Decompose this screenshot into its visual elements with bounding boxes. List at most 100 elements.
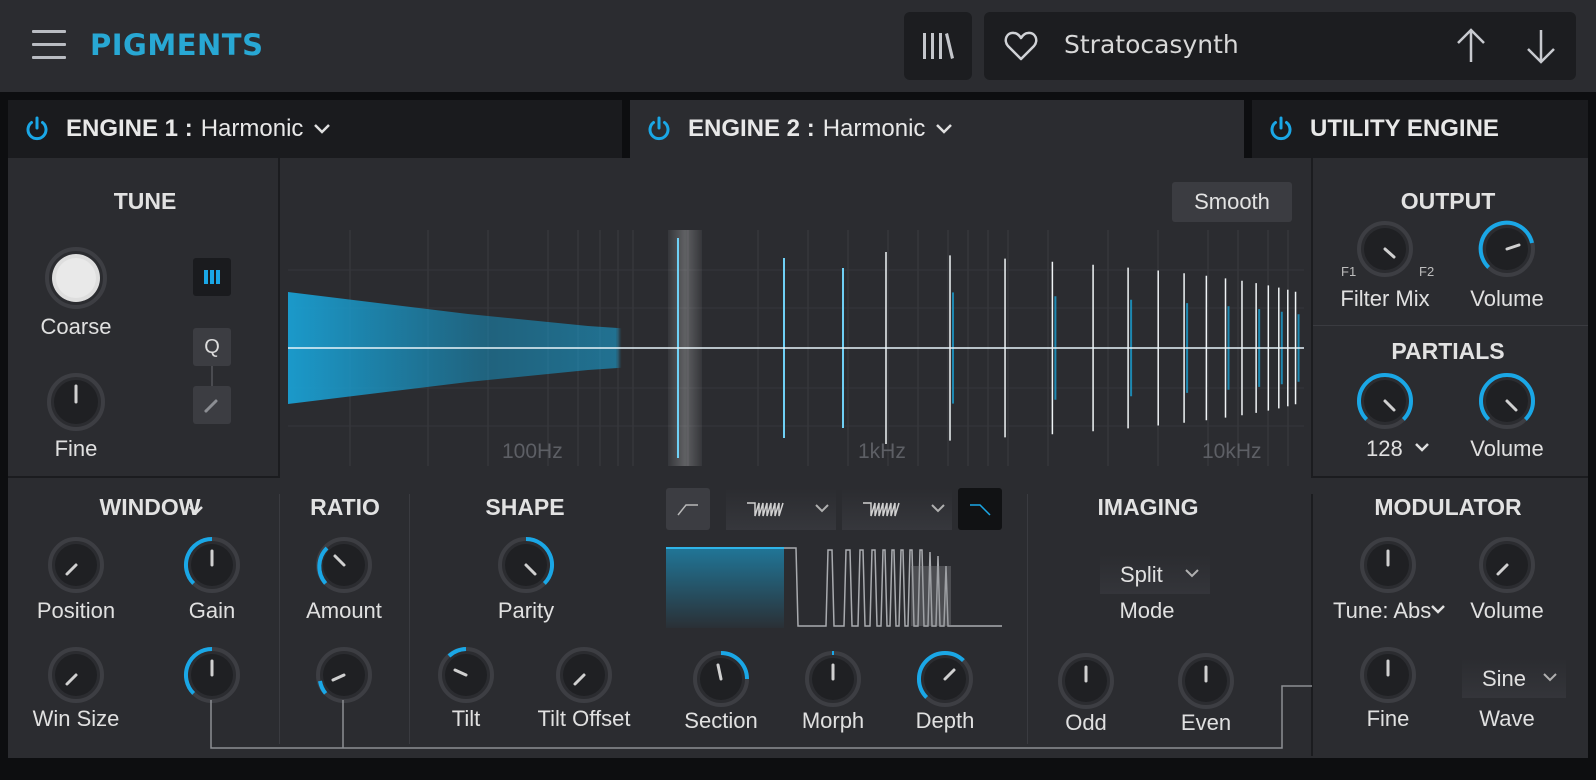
menu-icon[interactable] (32, 30, 66, 60)
output-volume-label: Volume (1470, 286, 1544, 311)
curve-icon (677, 504, 698, 516)
power-icon[interactable] (1268, 116, 1294, 142)
quantize-button[interactable]: Q (193, 328, 231, 366)
preset-browser: Stratocasynth (984, 12, 1576, 80)
partials-volume-knob[interactable] (1478, 372, 1536, 430)
power-icon[interactable] (646, 116, 672, 142)
preset-name[interactable]: Stratocasynth (1064, 30, 1239, 59)
engine-1-type[interactable]: Harmonic (201, 115, 304, 143)
modulator-wave-value: Sine (1482, 666, 1527, 691)
modulator-title: MODULATOR (1374, 494, 1522, 520)
morph-noise (911, 566, 951, 626)
pencil-icon (204, 399, 218, 413)
modulator-fine-knob[interactable] (1359, 646, 1417, 704)
bottom-strip (0, 758, 1596, 780)
arrow-up-icon[interactable] (1454, 26, 1488, 66)
library-icon (923, 33, 954, 59)
divider (278, 158, 280, 478)
modulator-fine-label: Fine (1366, 706, 1410, 731)
arrow-down-icon[interactable] (1524, 26, 1558, 66)
divider (1313, 325, 1588, 326)
edit-button[interactable] (193, 386, 231, 424)
heart-icon[interactable] (1004, 30, 1038, 62)
parity-knob[interactable] (497, 536, 555, 594)
app-logo: PIGMENTS (90, 28, 264, 62)
imaging-mode-value: Split (1120, 562, 1163, 587)
win-size-knob[interactable] (47, 646, 105, 704)
filter-mix-label: Filter Mix (1340, 286, 1430, 311)
shape-title: SHAPE (485, 494, 565, 520)
partials-volume-label: Volume (1470, 436, 1544, 461)
utility-engine-label: UTILITY ENGINE (1310, 115, 1499, 142)
partials-count-knob[interactable] (1356, 372, 1414, 430)
chevron-down-icon[interactable] (1184, 568, 1200, 580)
tab-engine-1[interactable]: ENGINE 1 : Harmonic (8, 100, 622, 158)
engine-2-type[interactable]: Harmonic (823, 115, 926, 143)
tab-engine-2[interactable]: ENGINE 2 : Harmonic (630, 100, 1244, 158)
top-bar: PIGMENTS Stratocasynth (0, 0, 1596, 92)
divider (1311, 158, 1313, 478)
modulator-tune-knob[interactable] (1359, 536, 1417, 594)
freq-label-1khz: 1kHz (858, 440, 906, 463)
tab-utility-engine[interactable]: UTILITY ENGINE (1252, 100, 1588, 158)
chevron-down-icon[interactable] (814, 503, 830, 515)
connector (211, 366, 213, 386)
engine-1-label: ENGINE 1 : (66, 115, 193, 142)
morph-waveform (784, 547, 1002, 627)
modulator-tune-mode[interactable]: Tune: Abs (1333, 598, 1431, 624)
divider (1311, 476, 1588, 478)
morph-section-fill (666, 548, 784, 628)
chevron-down-icon[interactable] (935, 123, 953, 135)
gain-knob[interactable] (183, 536, 241, 594)
library-button[interactable] (904, 12, 972, 80)
parity-label: Parity (497, 598, 555, 623)
win-size-label: Win Size (32, 706, 120, 731)
filter-f2-label: F2 (1419, 264, 1435, 279)
waveform-b-select[interactable] (842, 488, 952, 530)
spectrum-display[interactable] (288, 230, 1304, 466)
waveform-a-select[interactable] (726, 488, 836, 530)
chevron-down-icon[interactable] (1414, 442, 1430, 454)
output-title: OUTPUT (1400, 188, 1496, 214)
ratio-amount-knob[interactable] (315, 536, 373, 594)
imaging-mode-select[interactable]: Split (1100, 554, 1210, 594)
modulator-volume-label: Volume (1470, 598, 1544, 623)
curve-type-button[interactable] (666, 488, 710, 530)
coarse-knob[interactable] (44, 246, 108, 310)
gain-label: Gain (188, 598, 236, 623)
smooth-button[interactable]: Smooth (1172, 182, 1292, 222)
fine-label: Fine (54, 436, 98, 461)
position-label: Position (36, 598, 116, 623)
imaging-title: IMAGING (1097, 494, 1199, 520)
modulator-wave-select[interactable]: Sine (1462, 658, 1566, 698)
morph-display[interactable] (666, 546, 1002, 628)
tune-title: TUNE (113, 188, 177, 214)
power-icon[interactable] (24, 116, 50, 142)
output-volume-knob[interactable] (1478, 220, 1536, 278)
partials-count-value[interactable]: 128 (1366, 436, 1403, 462)
partials-title: PARTIALS (1391, 338, 1505, 364)
ratio-amount-label: Amount (306, 598, 382, 623)
curve-icon (970, 504, 991, 516)
chevron-down-icon[interactable] (930, 503, 946, 515)
piano-icon (204, 270, 220, 284)
engine-2-label: ENGINE 2 : (688, 115, 815, 142)
freq-label-10khz: 10kHz (1202, 440, 1262, 463)
chevron-down-icon[interactable] (313, 123, 331, 135)
ratio-title: RATIO (310, 494, 380, 520)
filter-mix-knob[interactable] (1356, 220, 1414, 278)
coarse-label: Coarse (40, 314, 112, 339)
curve-type-b-button[interactable] (958, 488, 1002, 530)
chevron-down-icon[interactable] (188, 505, 204, 517)
fine-knob[interactable] (46, 372, 106, 432)
position-knob[interactable] (47, 536, 105, 594)
freq-label-100hz: 100Hz (502, 440, 563, 463)
waveform-icon (747, 502, 784, 517)
chevron-down-icon[interactable] (1542, 672, 1558, 684)
imaging-mode-label: Mode (1119, 598, 1175, 623)
modulator-volume-knob[interactable] (1478, 536, 1536, 594)
keyboard-tracking-button[interactable] (193, 258, 231, 296)
modulation-routing-wire (210, 685, 1312, 749)
chevron-down-icon[interactable] (1430, 604, 1446, 616)
filter-f1-label: F1 (1341, 264, 1357, 279)
